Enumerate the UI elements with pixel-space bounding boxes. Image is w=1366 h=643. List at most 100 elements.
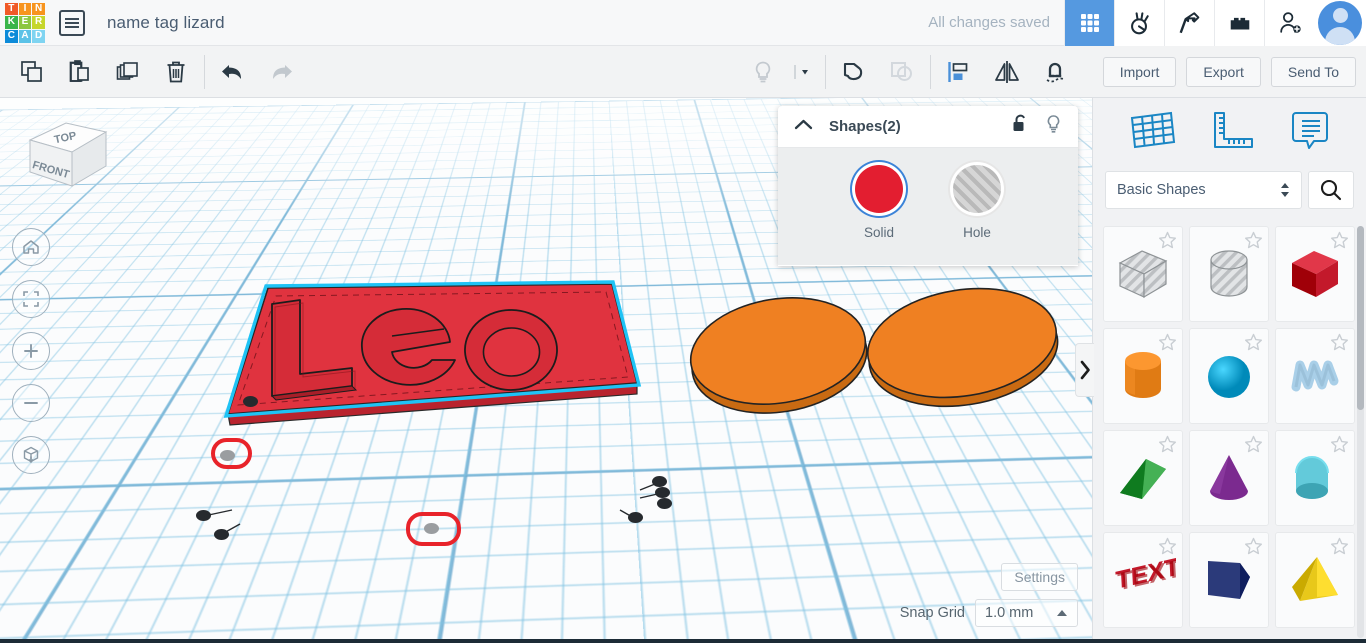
shape-cell-text-red[interactable]: TEXT TEXT xyxy=(1103,532,1183,628)
hole-label: Hole xyxy=(963,225,991,240)
snap-grid-select[interactable]: 1.0 mm xyxy=(975,599,1078,627)
shape-cell-box-red[interactable] xyxy=(1275,226,1355,322)
hole-swatch-option[interactable]: Hole xyxy=(953,165,1001,240)
edit-toolbar: Import Export Send To xyxy=(0,46,1366,98)
panel-collapse-handle[interactable] xyxy=(1075,343,1094,397)
panel-tab-row xyxy=(1093,98,1366,166)
snap-grid-control: Snap Grid 1.0 mm xyxy=(900,599,1078,627)
circuits-icon[interactable] xyxy=(1114,0,1164,46)
favorite-star-icon[interactable] xyxy=(1244,333,1263,357)
shape-category-value: Basic Shapes xyxy=(1117,182,1206,198)
solid-color-swatch[interactable] xyxy=(855,165,903,213)
import-button[interactable]: Import xyxy=(1103,57,1177,87)
shape-cell-cone-purple[interactable] xyxy=(1189,430,1269,526)
favorite-star-icon[interactable] xyxy=(1330,231,1349,255)
ungroup-icon[interactable] xyxy=(878,46,926,98)
copy-icon[interactable] xyxy=(8,46,56,98)
logo-tile-e: E xyxy=(19,16,32,29)
lightbulb-icon[interactable] xyxy=(1045,114,1062,140)
hole-pattern-swatch[interactable] xyxy=(953,165,1001,213)
shape-cell-halfsphere-teal[interactable] xyxy=(1275,430,1355,526)
add-person-icon[interactable] xyxy=(1264,0,1314,46)
favorite-star-icon[interactable] xyxy=(1244,435,1263,459)
shape-cell-box-hole[interactable] xyxy=(1103,226,1183,322)
shape-category-select[interactable]: Basic Shapes xyxy=(1105,171,1302,209)
snap-grid-value: 1.0 mm xyxy=(985,605,1033,621)
blocks-brick-icon[interactable] xyxy=(1214,0,1264,46)
favorite-star-icon[interactable] xyxy=(1158,333,1177,357)
shapes-popup-title: Shapes(2) xyxy=(829,118,901,135)
codeblocks-pickaxe-icon[interactable] xyxy=(1164,0,1214,46)
logo-tile-n: N xyxy=(32,3,45,16)
chevron-up-icon[interactable] xyxy=(794,118,813,136)
ruler-icon[interactable] xyxy=(1208,109,1256,156)
chevron-right-icon xyxy=(1080,360,1091,380)
shape-cell-pyramid-yellow[interactable] xyxy=(1275,532,1355,628)
favorite-star-icon[interactable] xyxy=(1158,231,1177,255)
save-status-text: All changes saved xyxy=(928,14,1050,31)
tinkercad-logo[interactable]: TIN KER CAD xyxy=(5,3,45,43)
stepper-arrows-icon xyxy=(1280,181,1290,199)
magnet-snap-icon[interactable] xyxy=(1031,46,1079,98)
shape-cell-cylinder-hole[interactable] xyxy=(1189,226,1269,322)
duplicate-icon[interactable] xyxy=(104,46,152,98)
mirror-icon[interactable] xyxy=(983,46,1031,98)
shapes-popup-header: Shapes(2) xyxy=(778,106,1078,148)
favorite-star-icon[interactable] xyxy=(1330,435,1349,459)
shape-cell-sphere-blue[interactable] xyxy=(1189,328,1269,424)
delete-trash-icon[interactable] xyxy=(152,46,200,98)
page-title[interactable]: name tag lizard xyxy=(107,13,225,33)
workplane-icon[interactable] xyxy=(1127,109,1177,156)
notes-callout-icon[interactable] xyxy=(1288,108,1332,157)
export-button[interactable]: Export xyxy=(1186,57,1260,87)
logo-tile-d: D xyxy=(32,30,45,43)
shape-cell-cylinder-orange[interactable] xyxy=(1103,328,1183,424)
favorite-star-icon[interactable] xyxy=(1244,231,1263,255)
category-search-row: Basic Shapes xyxy=(1093,166,1366,214)
favorite-star-icon[interactable] xyxy=(1330,537,1349,561)
caret-up-icon xyxy=(1056,608,1068,618)
shapes-popup-body: Solid Hole xyxy=(778,148,1078,265)
search-button[interactable] xyxy=(1308,171,1354,209)
shape-cell-scribble[interactable] xyxy=(1275,328,1355,424)
paste-icon[interactable] xyxy=(56,46,104,98)
solid-label: Solid xyxy=(864,225,894,240)
logo-tile-k: K xyxy=(5,16,18,29)
toolbar-divider xyxy=(825,55,826,89)
settings-button[interactable]: Settings xyxy=(1001,563,1078,591)
logo-tile-i: I xyxy=(19,3,32,16)
favorite-star-icon[interactable] xyxy=(1244,537,1263,561)
toolbar-divider xyxy=(204,55,205,89)
logo-tile-r: R xyxy=(32,16,45,29)
favorite-star-icon[interactable] xyxy=(1158,435,1177,459)
search-icon xyxy=(1319,178,1343,202)
list-menu-icon[interactable] xyxy=(59,10,85,36)
favorite-star-icon[interactable] xyxy=(1158,537,1177,561)
designs-grid-icon[interactable] xyxy=(1064,0,1114,46)
bottom-strip xyxy=(0,639,1366,643)
shape-library-grid[interactable]: TEXT TEXT xyxy=(1093,222,1366,643)
toolbar-divider xyxy=(930,55,931,89)
unlock-icon[interactable] xyxy=(1012,114,1029,139)
logo-tile-t: T xyxy=(5,3,18,16)
group-icon[interactable] xyxy=(830,46,878,98)
chevron-down-icon[interactable] xyxy=(787,46,821,98)
favorite-star-icon[interactable] xyxy=(1330,333,1349,357)
send-to-button[interactable]: Send To xyxy=(1271,57,1356,87)
panel-scrollbar-thumb[interactable] xyxy=(1357,226,1364,410)
solid-swatch-option[interactable]: Solid xyxy=(855,165,903,240)
svg-text:TEXT: TEXT xyxy=(1117,557,1176,596)
top-header-bar: TIN KER CAD name tag lizard All changes sa… xyxy=(0,0,1366,46)
avatar[interactable] xyxy=(1314,0,1366,46)
redo-arrow-icon[interactable] xyxy=(257,46,305,98)
align-icon[interactable] xyxy=(935,46,983,98)
shape-cell-roof-green[interactable] xyxy=(1103,430,1183,526)
snap-grid-label: Snap Grid xyxy=(900,605,965,621)
shape-cell-polygon-navy[interactable] xyxy=(1189,532,1269,628)
shapes-inspector-popup[interactable]: Shapes(2) Solid Hole xyxy=(778,106,1078,266)
logo-tile-a: A xyxy=(19,30,32,43)
logo-tile-c: C xyxy=(5,30,18,43)
shapes-library-panel: Basic Shapes TEXT TEXT xyxy=(1092,98,1366,643)
undo-arrow-icon[interactable] xyxy=(209,46,257,98)
lightbulb-icon[interactable] xyxy=(739,46,787,98)
